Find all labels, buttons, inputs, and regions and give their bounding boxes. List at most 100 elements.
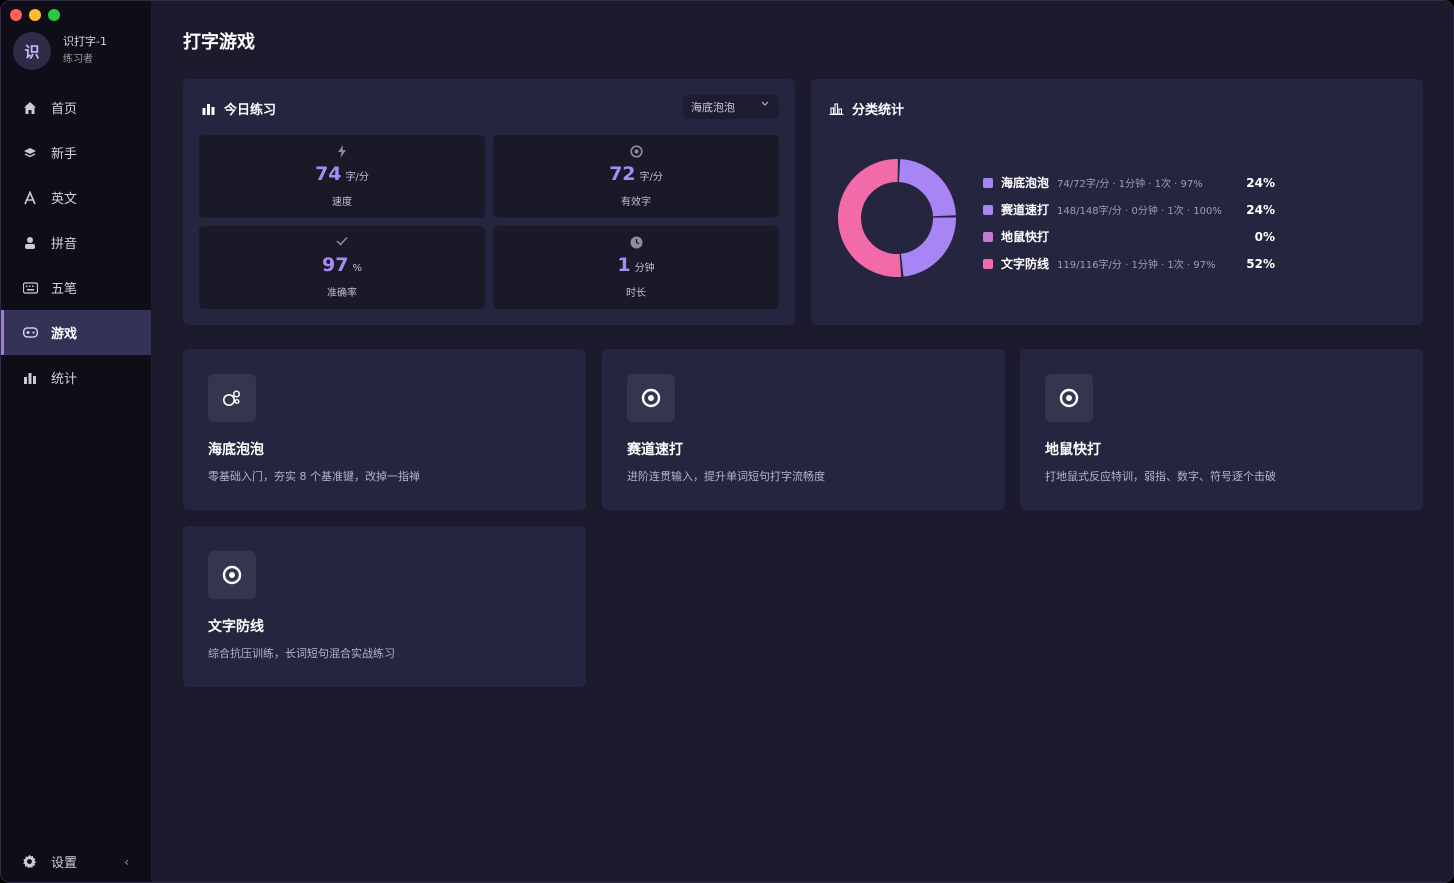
legend-percent: 24% (1246, 202, 1275, 217)
legend-name: 文字防线 (1001, 257, 1050, 271)
game-select-value: 海底泡泡 (691, 101, 735, 114)
stat-speed: 74 字/分 速度 (199, 135, 485, 218)
bar-chart-icon (201, 102, 216, 115)
stat-value: 97 (322, 254, 349, 276)
bar-chart-icon (829, 102, 844, 115)
legend-row: 赛道速打 148/148字/分 · 0分钟 · 1次 · 100% 24% (983, 196, 1403, 223)
legend-row: 文字防线 119/116字/分 · 1分钟 · 1次 · 97% 52% (983, 250, 1403, 277)
stat-unit: 分钟 (634, 263, 655, 274)
sidebar-item-label: 新手 (51, 147, 78, 162)
legend-percent: 24% (1246, 175, 1275, 190)
category-legend: 海底泡泡 74/72字/分 · 1分钟 · 1次 · 97% 24% 赛道速打 148/… (983, 169, 1403, 277)
game-title: 文字防线 (208, 619, 264, 635)
game-description: 进阶连贯输入，提升单词短句打字流畅度 (627, 470, 825, 483)
donut-slice-0 (898, 159, 956, 217)
game-card-whack-a-mole[interactable]: 地鼠快打 打地鼠式反应特训，弱指、数字、符号逐个击破 (1020, 349, 1423, 510)
clock-icon (493, 236, 779, 249)
main-content: 打字游戏 今日练习 海底泡泡 74 字/分 速度 72 字/分 有效字 97 %… (151, 1, 1453, 882)
close-window-button[interactable] (10, 9, 22, 21)
sidebar-item-label: 统计 (51, 372, 78, 387)
avatar: 识 (13, 32, 51, 70)
legend-swatch (983, 204, 993, 215)
sidebar-item-pinyin[interactable]: 拼音 (1, 220, 151, 265)
sidebar-item-settings[interactable]: 设置 ‹ (1, 839, 151, 882)
target-icon (1045, 374, 1093, 422)
user-name: 识打字-1 (63, 35, 107, 48)
game-title: 地鼠快打 (1045, 442, 1101, 458)
sidebar-item-label: 首页 (51, 102, 78, 117)
legend-swatch (983, 177, 993, 188)
stat-label: 速度 (332, 197, 352, 208)
letter-a-icon (22, 190, 38, 206)
legend-percent: 0% (1254, 229, 1275, 244)
target-icon (208, 551, 256, 599)
game-title: 海底泡泡 (208, 442, 264, 458)
legend-detail: 119/116字/分 · 1分钟 · 1次 · 97% (1057, 260, 1216, 271)
gamepad-icon (22, 325, 38, 341)
stat-duration: 1 分钟 时长 (493, 226, 779, 309)
stat-label: 准确率 (327, 288, 357, 299)
sidebar-item-label: 拼音 (51, 237, 78, 252)
sidebar-item-stats[interactable]: 统计 (1, 355, 151, 400)
stat-value: 74 (315, 163, 342, 185)
gear-icon (22, 854, 38, 870)
keyboard-icon (22, 280, 38, 296)
stat-unit: 字/分 (639, 172, 663, 183)
sidebar-nav: 首页 新手 英文 拼音 五笔 游戏 统计 (1, 85, 151, 400)
legend-name: 地鼠快打 (1001, 230, 1050, 244)
bolt-icon (199, 145, 485, 158)
window-controls (10, 9, 60, 21)
game-title: 赛道速打 (627, 442, 683, 458)
stat-effective-chars: 72 字/分 有效字 (493, 135, 779, 218)
sidebar-item-label: 游戏 (51, 327, 78, 342)
sidebar-item-label: 英文 (51, 192, 78, 207)
legend-swatch (983, 258, 993, 269)
game-select[interactable]: 海底泡泡 (683, 95, 779, 119)
game-description: 打地鼠式反应特训，弱指、数字、符号逐个击破 (1045, 470, 1276, 483)
sidebar-item-english[interactable]: 英文 (1, 175, 151, 220)
minimize-window-button[interactable] (29, 9, 41, 21)
stat-accuracy: 97 % 准确率 (199, 226, 485, 309)
sidebar-item-games[interactable]: 游戏 (1, 310, 151, 355)
game-card-ocean-bubbles[interactable]: 海底泡泡 零基础入门，夯实 8 个基准键，改掉一指禅 (183, 349, 586, 510)
game-description: 零基础入门，夯实 8 个基准键，改掉一指禅 (208, 470, 420, 483)
legend-detail: 74/72字/分 · 1分钟 · 1次 · 97% (1057, 179, 1203, 190)
sidebar: 识 识打字-1 练习者 首页 新手 英文 拼音 五笔 游戏 统计 设置 ‹ (1, 1, 151, 882)
stat-label: 有效字 (621, 197, 651, 208)
game-card-track-speed[interactable]: 赛道速打 进阶连贯输入，提升单词短句打字流畅度 (602, 349, 1005, 510)
stat-value: 1 (617, 254, 631, 276)
game-card-word-defense[interactable]: 文字防线 综合抗压训练，长词短句混合实战练习 (183, 526, 586, 687)
target-icon (493, 145, 779, 158)
home-icon (22, 100, 38, 116)
app-window: 识 识打字-1 练习者 首页 新手 英文 拼音 五笔 游戏 统计 设置 ‹ 打字… (0, 0, 1454, 883)
collapse-sidebar-button[interactable]: ‹ (124, 855, 129, 869)
user-profile[interactable]: 识 识打字-1 练习者 (13, 32, 107, 70)
page-title: 打字游戏 (183, 32, 255, 53)
sidebar-item-wubi[interactable]: 五笔 (1, 265, 151, 310)
maximize-window-button[interactable] (48, 9, 60, 21)
legend-name: 赛道速打 (1001, 203, 1050, 217)
stat-unit: 字/分 (345, 172, 369, 183)
bar-chart-icon (22, 370, 38, 386)
stat-unit: % (352, 263, 362, 274)
game-description: 综合抗压训练，长词短句混合实战练习 (208, 647, 395, 660)
user-icon (22, 235, 38, 251)
sidebar-item-label: 五笔 (51, 282, 78, 297)
chevron-down-icon (761, 100, 769, 110)
panel-title: 今日练习 (224, 103, 277, 118)
stat-value: 72 (609, 163, 636, 185)
bubbles-icon (208, 374, 256, 422)
category-donut-chart (838, 159, 956, 277)
sidebar-item-beginner[interactable]: 新手 (1, 130, 151, 175)
settings-label: 设置 (51, 856, 78, 871)
donut-slice-3 (838, 159, 902, 277)
today-practice-panel: 今日练习 海底泡泡 74 字/分 速度 72 字/分 有效字 97 % 准确率 … (183, 79, 795, 325)
stat-label: 时长 (626, 288, 646, 299)
sidebar-item-home[interactable]: 首页 (1, 85, 151, 130)
donut-slice-1 (900, 217, 956, 277)
legend-swatch (983, 231, 993, 242)
check-icon (199, 236, 485, 246)
legend-row: 海底泡泡 74/72字/分 · 1分钟 · 1次 · 97% 24% (983, 169, 1403, 196)
layers-icon (22, 145, 38, 161)
target-icon (627, 374, 675, 422)
